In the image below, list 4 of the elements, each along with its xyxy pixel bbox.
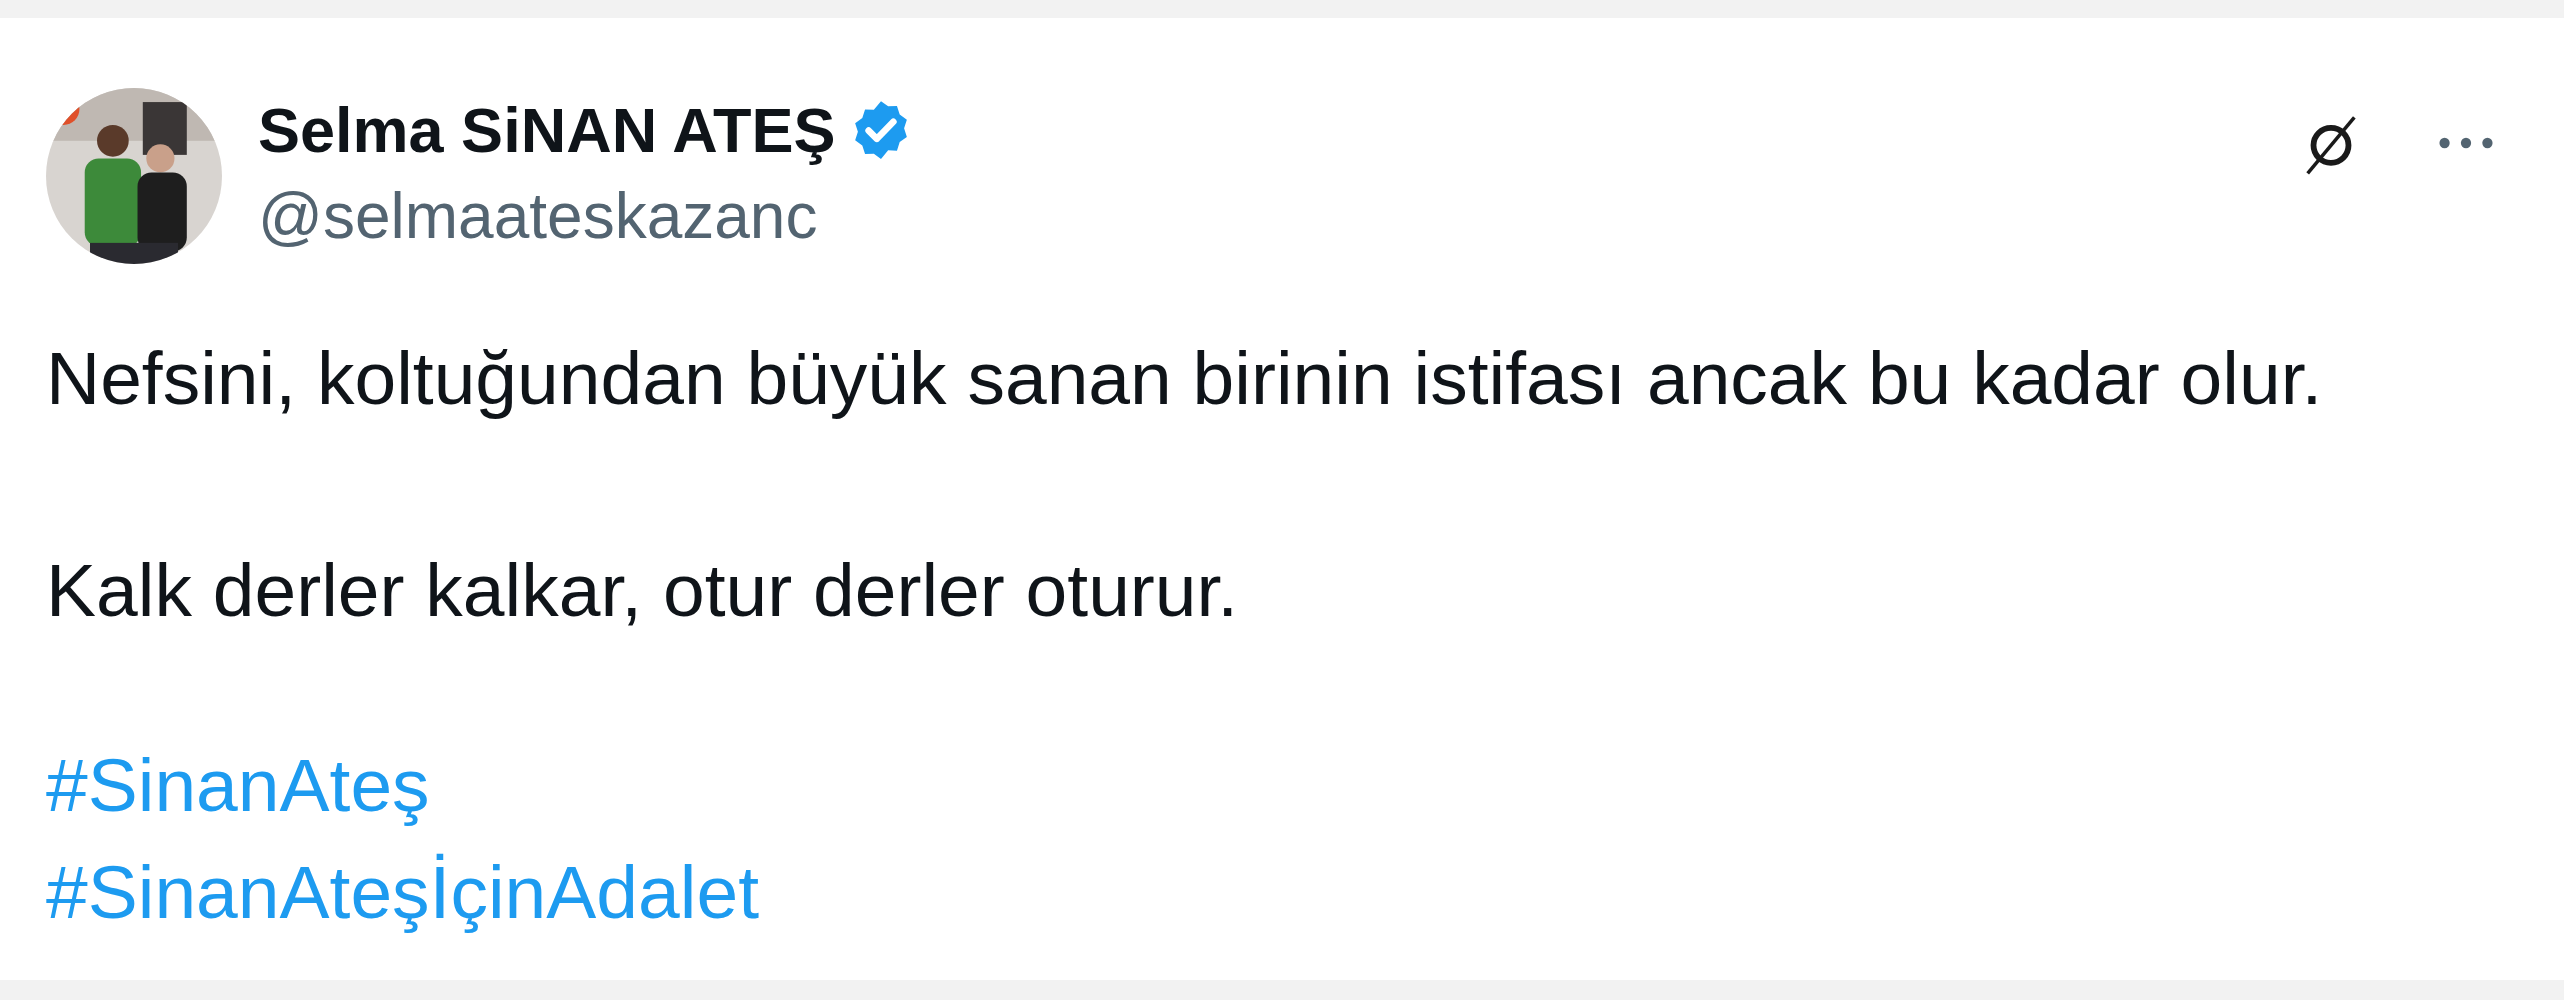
author-handle[interactable]: @selmaateskazanc bbox=[258, 178, 914, 254]
tweet-text: Kalk derler kalkar, otur derler oturur. bbox=[46, 547, 1240, 634]
tweet-text: Nefsini, koltuğundan büyük sanan birinin istifası ancak bu kadar olur. bbox=[46, 335, 2324, 422]
author-name[interactable]: Selma SiNAN ATEŞ bbox=[258, 92, 836, 168]
